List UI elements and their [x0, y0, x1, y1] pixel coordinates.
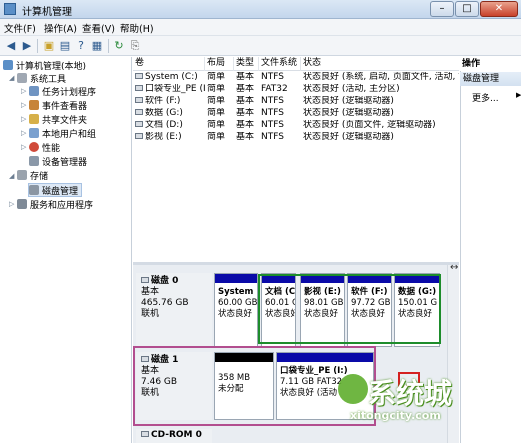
back-icon[interactable]: ◀: [4, 39, 18, 53]
table-row[interactable]: 数据 (G:) 简单 基本 NTFS 状态良好 (逻辑驱动器): [133, 108, 459, 119]
table-row[interactable]: 影视 (E:) 简单 基本 NTFS 状态良好 (逻辑驱动器): [133, 132, 459, 143]
storage-icon: [17, 170, 27, 180]
highlight-box-green: [258, 274, 441, 344]
expand-icon[interactable]: ▷: [21, 87, 26, 95]
performance-icon: [29, 142, 39, 152]
help-icon[interactable]: ?: [74, 39, 88, 53]
minimize-button[interactable]: –: [430, 1, 454, 17]
tree-item-system-tools[interactable]: 系统工具: [17, 72, 66, 86]
toolbar-separator: [108, 39, 109, 53]
tree-item-services[interactable]: 服务和应用程序: [17, 198, 93, 212]
table-row[interactable]: System (C:) 简单 基本 NTFS 状态良好 (系统, 启动, 页面文…: [133, 72, 459, 83]
tree-item-performance[interactable]: 性能: [29, 141, 60, 155]
cdrom-label[interactable]: CD-ROM 0: [136, 429, 212, 443]
toolbar: ◀ ▶ ▣ ▤ ? ▦ ↻ ⎘: [0, 36, 521, 56]
table-row[interactable]: 口袋专业_PE (I:) 简单 基本 FAT32 状态良好 (活动, 主分区): [133, 84, 459, 95]
tree-item-shared-folders[interactable]: 共享文件夹: [29, 113, 87, 127]
tree-item-storage[interactable]: 存储: [17, 169, 48, 183]
expand-icon[interactable]: ▷: [21, 143, 26, 151]
menu-view[interactable]: 查看(V): [82, 21, 115, 35]
tree-item-task-scheduler[interactable]: 任务计划程序: [29, 85, 96, 99]
event-log-icon: [29, 100, 39, 110]
windows-logo-icon: [338, 374, 368, 404]
menu-help[interactable]: 帮助(H): [120, 21, 154, 35]
tree-item-local-users[interactable]: 本地用户和组: [29, 127, 96, 141]
actions-title: 操作: [460, 57, 521, 71]
volume-icon: [135, 109, 143, 115]
table-row[interactable]: 文档 (D:) 简单 基本 NTFS 状态良好 (页面文件, 逻辑驱动器): [133, 120, 459, 131]
refresh-icon[interactable]: ↻: [112, 39, 126, 53]
device-manager-icon: [29, 156, 39, 166]
column-header-layout[interactable]: 布局: [205, 57, 234, 71]
expand-icon[interactable]: ▷: [21, 115, 26, 123]
window-title: 计算机管理: [22, 7, 72, 18]
toolbar-separator: [37, 39, 38, 53]
table-row[interactable]: 软件 (F:) 简单 基本 NTFS 状态良好 (逻辑驱动器): [133, 96, 459, 107]
volume-list-header: 卷 布局 类型 文件系统 状态: [133, 57, 459, 71]
close-button[interactable]: ✕: [480, 1, 518, 17]
forward-icon[interactable]: ▶: [20, 39, 34, 53]
watermark-logo: 系统城 xitongcity.com: [338, 372, 516, 432]
expand-icon[interactable]: ▷: [21, 101, 26, 109]
column-header-volume[interactable]: 卷: [133, 57, 205, 71]
properties-icon[interactable]: ▦: [90, 39, 104, 53]
services-icon: [17, 199, 27, 209]
volume-icon: [135, 121, 143, 127]
shared-folder-icon: [29, 114, 39, 124]
export-icon[interactable]: ⎘: [128, 39, 142, 53]
maximize-button[interactable]: □: [455, 1, 479, 17]
collapse-icon[interactable]: ◢: [9, 172, 14, 180]
watermark-brand: 系统城: [368, 377, 453, 410]
tree-item-root[interactable]: 计算机管理(本地): [3, 59, 86, 73]
expand-icon[interactable]: ▷: [9, 200, 14, 208]
volume-icon: [135, 85, 143, 91]
folder-icon[interactable]: ▣: [42, 39, 56, 53]
tree-item-disk-management[interactable]: 磁盘管理: [28, 183, 83, 197]
tree-item-device-manager[interactable]: 设备管理器: [29, 155, 87, 169]
collapse-icon[interactable]: ◢: [9, 74, 14, 82]
navigation-tree: 计算机管理(本地) ◢ 系统工具 ▷ 任务计划程序 ▷ 事件查看器 ▷ 共享文件…: [0, 57, 132, 443]
cdrom-icon: [141, 431, 149, 437]
disk-icon: [141, 277, 149, 283]
column-header-status[interactable]: 状态: [301, 57, 459, 71]
column-header-filesystem[interactable]: 文件系统: [259, 57, 301, 71]
actions-section-disk-management[interactable]: 磁盘管理: [460, 72, 521, 86]
view-icon[interactable]: ▤: [58, 39, 72, 53]
disk-management-icon: [29, 185, 39, 195]
more-actions-link[interactable]: 更多... ▶: [472, 91, 521, 104]
users-icon: [29, 128, 39, 138]
resize-cursor-icon: ↔: [450, 262, 459, 273]
chevron-right-icon: ▶: [516, 91, 521, 99]
expand-icon[interactable]: ▷: [21, 129, 26, 137]
menu-file[interactable]: 文件(F): [4, 21, 36, 35]
disk-0-label[interactable]: 磁盘 0 基本 465.76 GB 联机: [136, 273, 212, 347]
menu-action[interactable]: 操作(A): [44, 21, 77, 35]
partition-bar: [215, 274, 257, 283]
computer-management-icon: [4, 3, 16, 15]
tools-icon: [17, 73, 27, 83]
computer-icon: [3, 60, 13, 70]
partition-system[interactable]: System 60.00 GB 状态良好: [214, 273, 258, 347]
column-header-type[interactable]: 类型: [234, 57, 259, 71]
tree-item-event-viewer[interactable]: 事件查看器: [29, 99, 87, 113]
title-bar: 计算机管理 – □ ✕: [0, 0, 521, 19]
volume-icon: [135, 133, 143, 139]
menu-bar: 文件(F) 操作(A) 查看(V) 帮助(H): [0, 19, 521, 36]
volume-icon: [135, 73, 143, 79]
clock-icon: [29, 86, 39, 96]
volume-icon: [135, 97, 143, 103]
watermark-url: xitongcity.com: [350, 409, 441, 422]
